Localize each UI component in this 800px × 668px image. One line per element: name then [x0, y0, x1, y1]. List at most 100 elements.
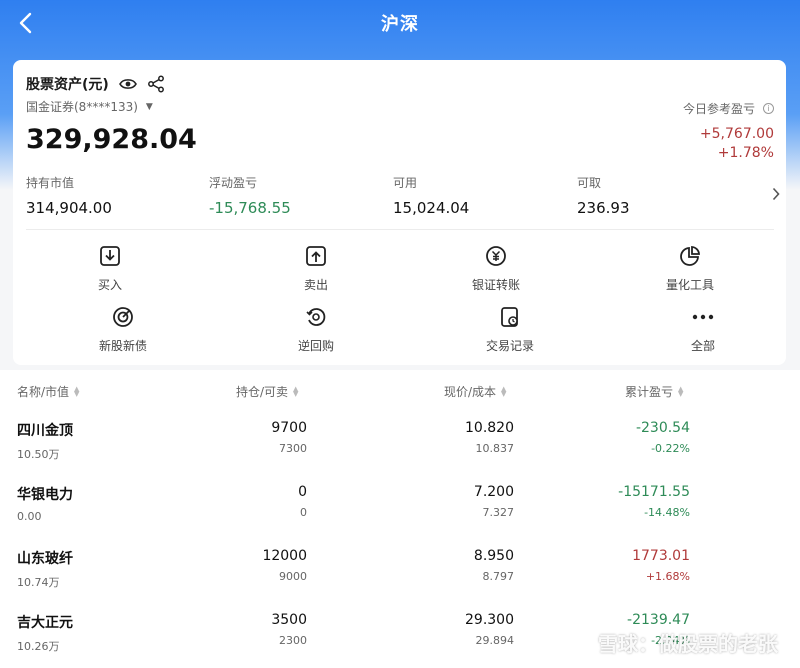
info-icon[interactable]: i [763, 103, 774, 114]
asset-card: 股票资产(元) 国金证券(8****133) ▼ 329,928.04 今日参考… [13, 60, 786, 365]
name-cell: 四川金顶 10.50万 [17, 420, 73, 462]
tool-label: 新股新债 [98, 339, 147, 353]
stat-floating-pnl: 浮动盈亏 -15,768.55 [209, 174, 291, 217]
repo-icon [256, 304, 376, 330]
cost-price: 8.797 [482, 570, 515, 583]
stat-available: 可用 15,024.04 [393, 174, 469, 217]
position-cell: 0 0 [298, 484, 307, 519]
position: 9700 [271, 420, 307, 436]
eye-icon[interactable] [118, 77, 137, 91]
more-icon [643, 304, 763, 330]
name-cell: 吉大正元 10.26万 [17, 612, 73, 654]
table-row[interactable]: 华银电力 0.00 0 0 7.200 7.327 -15171.55 -14.… [0, 484, 800, 548]
sort-icon: ▲ ▼ [678, 384, 684, 398]
current-price: 7.200 [473, 484, 514, 500]
buy-icon [50, 243, 170, 269]
transfer-icon [436, 243, 556, 269]
record-icon [450, 304, 570, 330]
position-cell: 3500 2300 [271, 612, 307, 647]
asset-header: 股票资产(元) [26, 74, 165, 94]
pnl-cell: 1773.01 +1.68% [632, 548, 690, 583]
tool-ipo[interactable]: 新股新债 [63, 304, 183, 354]
table-header: 名称/市值 ▲ ▼ 持仓/可卖 ▲ ▼ 现价/成本 ▲ ▼ 累计盈亏 ▲ ▼ [0, 370, 800, 412]
header-price-cost[interactable]: 现价/成本 ▲ ▼ [444, 383, 506, 400]
tool-reverse-repo[interactable]: 逆回购 [256, 304, 376, 354]
watermark-text: 雪球：做股票的老张 [598, 632, 778, 656]
sellable: 0 [300, 506, 307, 519]
stat-value: 236.93 [577, 199, 630, 217]
today-pnl-amount: +5,767.00 [699, 126, 774, 142]
cumulative-pnl: -15171.55 [618, 484, 690, 500]
top-bar: 沪深 [0, 0, 800, 46]
market-value: 10.74万 [17, 576, 60, 589]
caret-down-icon: ▼ [145, 101, 153, 112]
tool-transfer[interactable]: 银证转账 [436, 243, 556, 293]
cumulative-pnl: -230.54 [635, 420, 690, 436]
stat-value: 314,904.00 [26, 199, 112, 217]
share-icon[interactable] [147, 75, 165, 93]
account-name: 国金证券(8****133) [26, 100, 138, 114]
table-row[interactable]: 四川金顶 10.50万 9700 7300 10.820 10.837 -230… [0, 420, 800, 484]
tool-label: 交易记录 [485, 339, 534, 353]
stat-market-value: 持有市值 314,904.00 [26, 174, 112, 217]
tool-buy[interactable]: 买入 [50, 243, 170, 293]
current-price: 10.820 [465, 420, 514, 436]
price-cell: 10.820 10.837 [465, 420, 514, 455]
price-cell: 7.200 7.327 [474, 484, 514, 519]
tool-quant[interactable]: 量化工具 [630, 243, 750, 293]
today-pnl-label-text: 今日参考盈亏 [682, 102, 755, 116]
position: 0 [298, 484, 307, 500]
stat-value: 15,024.04 [393, 199, 470, 217]
chevron-right-icon[interactable] [772, 186, 780, 205]
stat-label: 可用 [393, 176, 418, 190]
stat-label: 浮动盈亏 [209, 176, 258, 190]
asset-stats[interactable]: 持有市值 314,904.00 浮动盈亏 -15,768.55 可用 15,02… [26, 174, 780, 220]
tool-trade-records[interactable]: 交易记录 [450, 304, 570, 354]
tool-label: 买入 [97, 278, 122, 292]
position: 3500 [271, 612, 307, 628]
sort-icon: ▲ ▼ [74, 384, 80, 398]
price-cell: 29.300 29.894 [465, 612, 514, 647]
stat-label: 持有市值 [26, 176, 75, 190]
stock-name: 四川金顶 [17, 423, 73, 439]
back-button[interactable] [10, 8, 40, 38]
tool-label: 银证转账 [471, 278, 520, 292]
cost-price: 7.327 [482, 506, 515, 519]
position-cell: 9700 7300 [271, 420, 307, 455]
tool-all[interactable]: 全部 [643, 304, 763, 354]
sell-icon [256, 243, 376, 269]
today-pnl-label: 今日参考盈亏 i [683, 100, 774, 117]
cumulative-pnl: 1773.01 [632, 548, 690, 564]
header-position[interactable]: 持仓/可卖 ▲ ▼ [236, 383, 298, 400]
header-name-value[interactable]: 名称/市值 ▲ ▼ [17, 383, 79, 400]
tool-label: 卖出 [303, 278, 328, 292]
tool-label: 逆回购 [297, 339, 334, 353]
stock-name: 华银电力 [17, 487, 73, 503]
pnl-cell: -230.54 -0.22% [636, 420, 690, 455]
asset-label: 股票资产(元) [26, 77, 109, 93]
header-label: 持仓/可卖 [236, 385, 289, 399]
tool-label: 全部 [690, 339, 715, 353]
tool-sell[interactable]: 卖出 [256, 243, 376, 293]
current-price: 8.950 [473, 548, 514, 564]
current-price: 29.300 [465, 612, 514, 628]
header-cumulative-pnl[interactable]: 累计盈亏 ▲ ▼ [625, 383, 683, 400]
cumulative-pnl: -2139.47 [627, 612, 690, 628]
sellable: 7300 [279, 442, 307, 455]
position-cell: 12000 9000 [262, 548, 307, 583]
header-label: 名称/市值 [17, 385, 70, 399]
sellable: 2300 [279, 634, 307, 647]
page-title: 沪深 [381, 14, 419, 35]
stock-name: 吉大正元 [17, 615, 73, 631]
cumulative-pnl-percent: +1.68% [645, 570, 690, 583]
name-cell: 山东玻纤 10.74万 [17, 548, 73, 590]
name-cell: 华银电力 0.00 [17, 484, 73, 523]
divider [26, 229, 774, 230]
account-selector[interactable]: 国金证券(8****133) ▼ [26, 98, 153, 115]
market-value: 0.00 [17, 510, 42, 523]
holdings-table: 名称/市值 ▲ ▼ 持仓/可卖 ▲ ▼ 现价/成本 ▲ ▼ 累计盈亏 ▲ ▼ 四川金顶 … [0, 370, 800, 668]
sellable: 9000 [279, 570, 307, 583]
cumulative-pnl-percent: -14.48% [644, 506, 690, 519]
table-row[interactable]: 山东玻纤 10.74万 12000 9000 8.950 8.797 1773.… [0, 548, 800, 612]
stat-value: -15,768.55 [209, 199, 291, 217]
